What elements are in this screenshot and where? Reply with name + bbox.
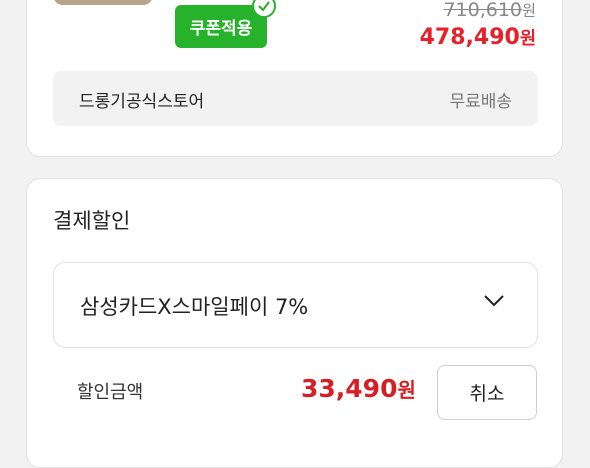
- discount-amount-value: 33,490: [301, 374, 398, 403]
- cancel-discount-button[interactable]: 취소: [437, 365, 537, 420]
- payment-discount-card: 결제할인 삼성카드X스마일페이 7% 할인금액 33,490원 취소: [26, 178, 563, 468]
- store-info: 드롱기공식스토어 무료배송: [53, 71, 538, 126]
- card-discount-select[interactable]: 삼성카드X스마일페이 7%: [53, 262, 538, 348]
- store-name[interactable]: 드롱기공식스토어: [79, 87, 204, 112]
- product-card: 쿠폰적용 710,610원 478,490원 드롱기공식스토어 무료배송: [26, 0, 563, 157]
- checkmark-icon: [252, 0, 276, 18]
- sale-price-unit: 원: [519, 29, 536, 49]
- cancel-button-label: 취소: [469, 383, 505, 405]
- original-price-value: 710,610: [443, 0, 523, 21]
- section-title: 결제할인: [53, 209, 131, 233]
- discount-amount-label: 할인금액: [77, 382, 144, 403]
- discount-amount-unit: 원: [397, 378, 416, 402]
- apply-coupon-label: 쿠폰적용: [189, 19, 253, 39]
- discount-amount: 33,490원: [301, 374, 416, 403]
- original-price: 710,610원: [443, 0, 536, 21]
- chevron-down-icon: [483, 293, 505, 312]
- shipping-info: 무료배송: [449, 92, 512, 112]
- sale-price: 478,490원: [420, 25, 536, 50]
- product-thumbnail[interactable]: [53, 0, 153, 5]
- selected-card-discount: 삼성카드X스마일페이 7%: [80, 295, 309, 319]
- sale-price-value: 478,490: [419, 25, 520, 50]
- original-price-unit: 원: [522, 2, 536, 20]
